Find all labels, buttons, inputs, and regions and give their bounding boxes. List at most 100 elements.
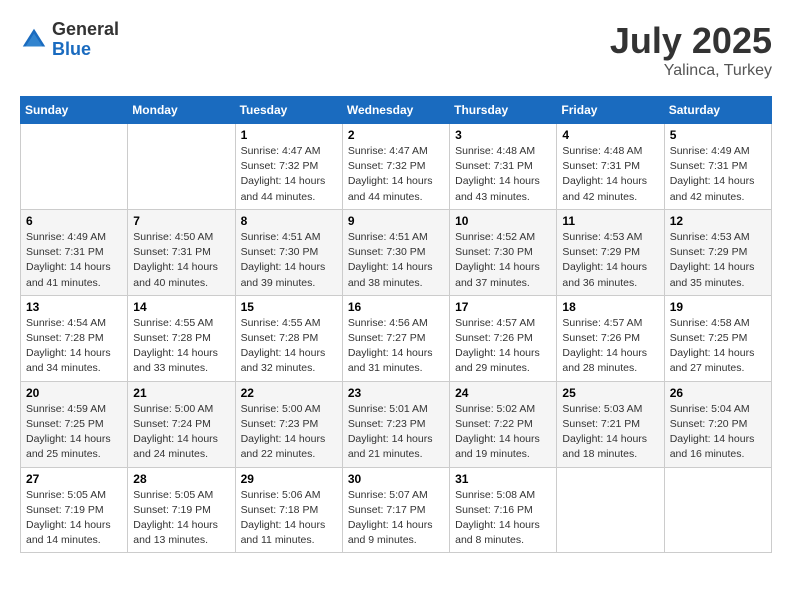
- calendar-cell: 31Sunrise: 5:08 AMSunset: 7:16 PMDayligh…: [450, 467, 557, 553]
- day-info: Sunrise: 5:00 AMSunset: 7:24 PMDaylight:…: [133, 402, 229, 463]
- day-number: 14: [133, 300, 229, 314]
- calendar-cell: 13 Sunrise: 4:54 AMSunset: 7:28 PMDayligh…: [21, 295, 128, 381]
- day-number: 24: [455, 386, 551, 400]
- day-number: 23: [348, 386, 444, 400]
- day-number: 17: [455, 300, 551, 314]
- day-info: Sunrise: 5:03 AMSunset: 7:21 PMDaylight:…: [562, 402, 658, 463]
- day-info: Sunrise: 4:50 AMSunset: 7:31 PMDaylight:…: [133, 230, 229, 291]
- day-number: 15: [241, 300, 337, 314]
- calendar-cell: 14 Sunrise: 4:55 AMSunset: 7:28 PMDayligh…: [128, 295, 235, 381]
- calendar-cell: 22 Sunrise: 5:00 AMSunset: 7:23 PMDayligh…: [235, 381, 342, 467]
- calendar-cell: 27 Sunrise: 5:05 AMSunset: 7:19 PMDayligh…: [21, 467, 128, 553]
- weekday-header-friday: Friday: [557, 97, 664, 124]
- day-number: 20: [26, 386, 122, 400]
- calendar-body: 1 Sunrise: 4:47 AMSunset: 7:32 PMDaylight…: [21, 124, 772, 553]
- day-number: 3: [455, 128, 551, 142]
- calendar-cell: 30 Sunrise: 5:07 AMSunset: 7:17 PMDayligh…: [342, 467, 449, 553]
- calendar-cell: 7 Sunrise: 4:50 AMSunset: 7:31 PMDaylight…: [128, 209, 235, 295]
- day-number: 9: [348, 214, 444, 228]
- day-info: Sunrise: 4:53 AMSunset: 7:29 PMDaylight:…: [670, 230, 766, 291]
- calendar-cell: 1 Sunrise: 4:47 AMSunset: 7:32 PMDaylight…: [235, 124, 342, 210]
- logo-general: General: [52, 20, 119, 40]
- logo-icon: [20, 26, 48, 54]
- day-number: 25: [562, 386, 658, 400]
- day-info: Sunrise: 5:00 AMSunset: 7:23 PMDaylight:…: [241, 402, 337, 463]
- calendar-table: SundayMondayTuesdayWednesdayThursdayFrid…: [20, 96, 772, 553]
- day-info: Sunrise: 5:07 AMSunset: 7:17 PMDaylight:…: [348, 488, 444, 549]
- day-info: Sunrise: 4:52 AMSunset: 7:30 PMDaylight:…: [455, 230, 551, 291]
- logo-text: General Blue: [52, 20, 119, 60]
- calendar-cell: 3 Sunrise: 4:48 AMSunset: 7:31 PMDaylight…: [450, 124, 557, 210]
- day-info: Sunrise: 4:49 AMSunset: 7:31 PMDaylight:…: [670, 144, 766, 205]
- weekday-header-saturday: Saturday: [664, 97, 771, 124]
- day-number: 1: [241, 128, 337, 142]
- day-number: 6: [26, 214, 122, 228]
- day-number: 5: [670, 128, 766, 142]
- calendar-cell: 21 Sunrise: 5:00 AMSunset: 7:24 PMDayligh…: [128, 381, 235, 467]
- day-number: 16: [348, 300, 444, 314]
- day-number: 26: [670, 386, 766, 400]
- calendar-cell: 26 Sunrise: 5:04 AMSunset: 7:20 PMDayligh…: [664, 381, 771, 467]
- calendar-week-1: 1 Sunrise: 4:47 AMSunset: 7:32 PMDaylight…: [21, 124, 772, 210]
- day-info: Sunrise: 5:06 AMSunset: 7:18 PMDaylight:…: [241, 488, 337, 549]
- day-info: Sunrise: 4:54 AMSunset: 7:28 PMDaylight:…: [26, 316, 122, 377]
- calendar-cell: 6 Sunrise: 4:49 AMSunset: 7:31 PMDaylight…: [21, 209, 128, 295]
- calendar-cell: 20Sunrise: 4:59 AMSunset: 7:25 PMDayligh…: [21, 381, 128, 467]
- day-number: 30: [348, 472, 444, 486]
- location-title: Yalinca, Turkey: [610, 62, 772, 80]
- calendar-week-2: 6 Sunrise: 4:49 AMSunset: 7:31 PMDaylight…: [21, 209, 772, 295]
- day-number: 31: [455, 472, 551, 486]
- calendar-cell: 24 Sunrise: 5:02 AMSunset: 7:22 PMDayligh…: [450, 381, 557, 467]
- calendar-cell: 17 Sunrise: 4:57 AMSunset: 7:26 PMDayligh…: [450, 295, 557, 381]
- day-info: Sunrise: 4:47 AMSunset: 7:32 PMDaylight:…: [348, 144, 444, 205]
- day-number: 29: [241, 472, 337, 486]
- day-info: Sunrise: 5:04 AMSunset: 7:20 PMDaylight:…: [670, 402, 766, 463]
- weekday-header-wednesday: Wednesday: [342, 97, 449, 124]
- day-number: 11: [562, 214, 658, 228]
- calendar-cell: 12Sunrise: 4:53 AMSunset: 7:29 PMDayligh…: [664, 209, 771, 295]
- calendar-cell: 29 Sunrise: 5:06 AMSunset: 7:18 PMDayligh…: [235, 467, 342, 553]
- day-number: 8: [241, 214, 337, 228]
- day-number: 21: [133, 386, 229, 400]
- day-number: 2: [348, 128, 444, 142]
- logo-blue: Blue: [52, 40, 119, 60]
- calendar-cell: 9Sunrise: 4:51 AMSunset: 7:30 PMDaylight…: [342, 209, 449, 295]
- calendar-cell: 8 Sunrise: 4:51 AMSunset: 7:30 PMDaylight…: [235, 209, 342, 295]
- weekday-header-sunday: Sunday: [21, 97, 128, 124]
- day-info: Sunrise: 5:05 AMSunset: 7:19 PMDaylight:…: [26, 488, 122, 549]
- title-block: July 2025 Yalinca, Turkey: [610, 20, 772, 80]
- day-number: 4: [562, 128, 658, 142]
- day-number: 22: [241, 386, 337, 400]
- calendar-cell: 16Sunrise: 4:56 AMSunset: 7:27 PMDayligh…: [342, 295, 449, 381]
- calendar-week-3: 13 Sunrise: 4:54 AMSunset: 7:28 PMDayligh…: [21, 295, 772, 381]
- day-info: Sunrise: 4:51 AMSunset: 7:30 PMDaylight:…: [241, 230, 337, 291]
- day-info: Sunrise: 5:05 AMSunset: 7:19 PMDaylight:…: [133, 488, 229, 549]
- calendar-header: SundayMondayTuesdayWednesdayThursdayFrid…: [21, 97, 772, 124]
- day-info: Sunrise: 5:02 AMSunset: 7:22 PMDaylight:…: [455, 402, 551, 463]
- day-info: Sunrise: 4:57 AMSunset: 7:26 PMDaylight:…: [562, 316, 658, 377]
- calendar-cell: 5 Sunrise: 4:49 AMSunset: 7:31 PMDaylight…: [664, 124, 771, 210]
- day-number: 13: [26, 300, 122, 314]
- day-number: 27: [26, 472, 122, 486]
- day-info: Sunrise: 4:53 AMSunset: 7:29 PMDaylight:…: [562, 230, 658, 291]
- day-number: 19: [670, 300, 766, 314]
- day-number: 7: [133, 214, 229, 228]
- weekday-header-monday: Monday: [128, 97, 235, 124]
- day-info: Sunrise: 4:47 AMSunset: 7:32 PMDaylight:…: [241, 144, 337, 205]
- day-info: Sunrise: 4:55 AMSunset: 7:28 PMDaylight:…: [133, 316, 229, 377]
- day-info: Sunrise: 4:49 AMSunset: 7:31 PMDaylight:…: [26, 230, 122, 291]
- calendar-cell: 15Sunrise: 4:55 AMSunset: 7:28 PMDayligh…: [235, 295, 342, 381]
- day-info: Sunrise: 4:48 AMSunset: 7:31 PMDaylight:…: [455, 144, 551, 205]
- calendar-cell: 28 Sunrise: 5:05 AMSunset: 7:19 PMDayligh…: [128, 467, 235, 553]
- day-info: Sunrise: 4:57 AMSunset: 7:26 PMDaylight:…: [455, 316, 551, 377]
- calendar-cell: 18 Sunrise: 4:57 AMSunset: 7:26 PMDayligh…: [557, 295, 664, 381]
- weekday-row: SundayMondayTuesdayWednesdayThursdayFrid…: [21, 97, 772, 124]
- calendar-cell: [21, 124, 128, 210]
- day-number: 18: [562, 300, 658, 314]
- calendar-cell: 23 Sunrise: 5:01 AMSunset: 7:23 PMDayligh…: [342, 381, 449, 467]
- day-number: 28: [133, 472, 229, 486]
- day-number: 10: [455, 214, 551, 228]
- day-info: Sunrise: 4:48 AMSunset: 7:31 PMDaylight:…: [562, 144, 658, 205]
- day-info: Sunrise: 5:01 AMSunset: 7:23 PMDaylight:…: [348, 402, 444, 463]
- weekday-header-tuesday: Tuesday: [235, 97, 342, 124]
